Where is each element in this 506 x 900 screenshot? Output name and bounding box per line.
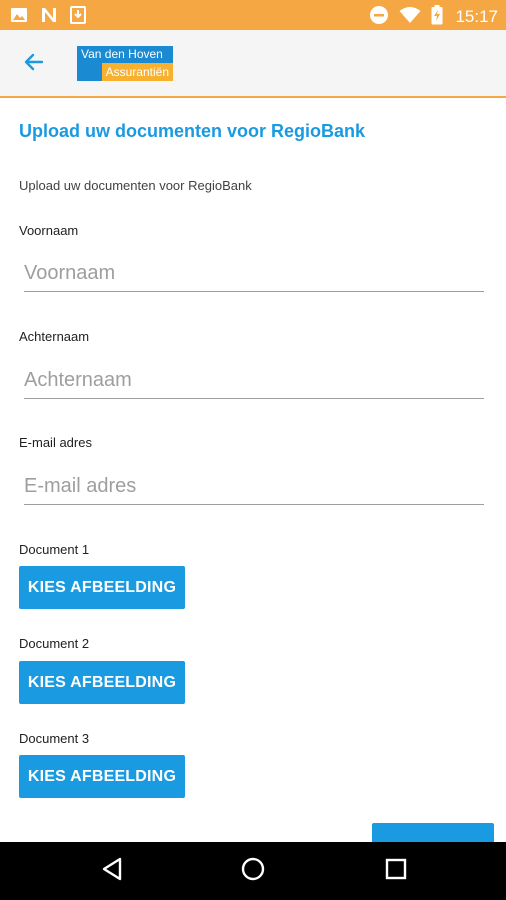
n-icon [40, 6, 58, 28]
app-logo: Van den Hoven Assurantiën [77, 46, 173, 81]
document-3-choose-image-button[interactable]: KIES AFBEELDING [19, 755, 185, 798]
email-label: E-mail adres [19, 435, 92, 450]
document-2-choose-image-button[interactable]: KIES AFBEELDING [19, 661, 185, 704]
document-3-label: Document 3 [19, 731, 90, 746]
document-1-label: Document 1 [19, 542, 90, 557]
status-time: 15:17 [455, 7, 498, 26]
intro-text: Upload uw documenten voor RegioBank [19, 178, 252, 193]
do-not-disturb-icon [369, 5, 389, 29]
lastname-input[interactable] [24, 363, 484, 399]
firstname-label: Voornaam [19, 223, 79, 238]
battery-charging-icon [431, 5, 443, 29]
image-icon [10, 6, 28, 28]
nav-home-button[interactable] [238, 856, 268, 886]
navigation-bar [0, 842, 506, 900]
status-bar: 15:17 [0, 0, 506, 30]
logo-blue-block [77, 63, 102, 81]
nav-recents-button[interactable] [381, 856, 411, 886]
download-icon [70, 6, 86, 28]
email-input[interactable] [24, 469, 484, 505]
app-bar: Van den Hoven Assurantiën [0, 30, 506, 98]
document-2-label: Document 2 [19, 636, 90, 651]
back-arrow-icon [22, 50, 46, 78]
wifi-icon [399, 6, 421, 28]
lastname-label: Achternaam [19, 329, 90, 344]
submit-button[interactable] [372, 823, 494, 843]
document-1-choose-image-button[interactable]: KIES AFBEELDING [19, 566, 185, 609]
logo-line1: Van den Hoven [77, 46, 173, 63]
firstname-input[interactable] [24, 256, 484, 292]
nav-back-icon [101, 857, 123, 885]
page-title: Upload uw documenten voor RegioBank [19, 121, 366, 141]
nav-home-icon [240, 856, 266, 886]
nav-recents-icon [385, 858, 407, 884]
nav-back-button[interactable] [97, 856, 127, 886]
back-button[interactable] [14, 46, 54, 82]
